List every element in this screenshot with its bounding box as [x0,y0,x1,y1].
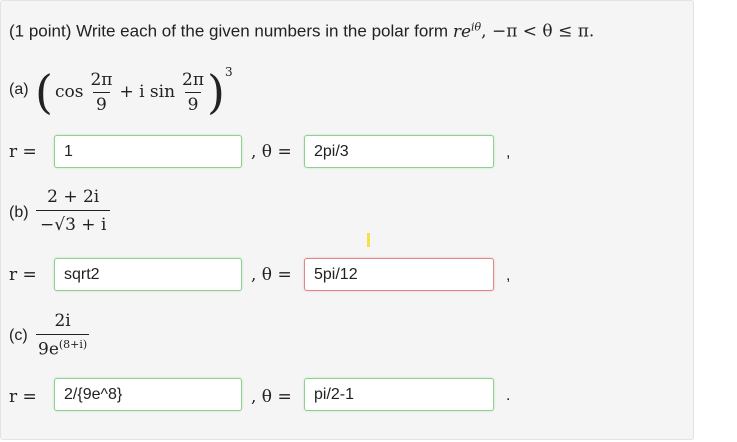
text-cursor [367,233,370,247]
part-c-theta-input[interactable]: pi/2-1 [304,378,494,411]
part-b-label: (b) [9,204,29,221]
theta-range: , −π < θ ≤ π. [481,21,595,42]
sin-text: + i sin [119,82,176,102]
part-a-r-input[interactable]: 1 [54,135,242,168]
part-b-r-label: r = [9,265,37,285]
part-a-theta-input[interactable]: 2pi/3 [304,135,494,168]
part-b-expression: 2 + 2i −√3 + i [36,187,111,235]
part-b-r-input[interactable]: sqrt2 [54,258,242,291]
part-b-theta-label: , θ = [251,265,292,285]
part-c-r-label: r = [9,387,37,407]
part-c-label: (c) [9,327,28,344]
part-b-theta-input[interactable]: 5pi/12 [304,258,494,291]
fraction-b: 2 + 2i −√3 + i [36,187,111,235]
polar-form-exponent: iθ [471,20,482,33]
part-c-end: . [506,387,511,404]
problem-prompt: (1 point) Write each of the given number… [9,16,594,43]
part-c-expression: 2i 9e(8+i) [36,311,90,360]
part-c-theta-label: , θ = [251,387,292,407]
problem-panel: (1 point) Write each of the given number… [0,0,694,440]
part-c-r-input[interactable]: 2/{9e^8} [54,378,242,411]
part-a-end: , [506,144,511,161]
polar-form: re [452,21,472,42]
fraction-c: 2i 9e(8+i) [36,311,90,360]
fraction-a1: 2π 9 [90,69,113,115]
part-a-label: (a) [9,81,29,98]
part-a-expression: ( cos 2π 9 + i sin 2π 9 ) 3 [35,65,233,119]
power-exponent: 3 [225,65,233,79]
fraction-a2: 2π 9 [182,69,205,115]
points-label: (1 point) [9,21,72,41]
right-paren: ) [207,65,225,119]
part-a-theta-label: , θ = [251,142,292,162]
left-paren: ( [35,65,53,119]
cos-text: cos [54,82,84,102]
part-b-end: , [506,267,511,284]
prompt-text: Write each of the given numbers in the p… [76,21,449,41]
part-a-r-label: r = [9,142,37,162]
